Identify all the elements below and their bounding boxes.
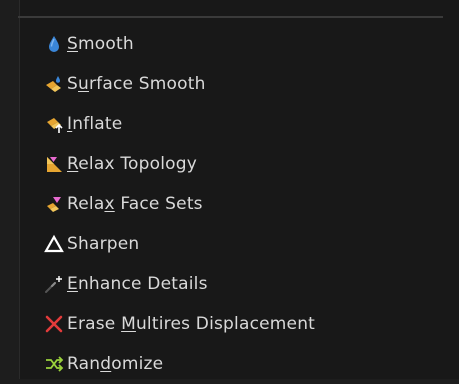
sharpen-icon (44, 234, 64, 253)
menu-item-erase-multires-displacement[interactable]: Erase Multires Displacement (19, 304, 459, 344)
menu-item-sharpen[interactable]: Sharpen (19, 224, 459, 264)
surface-smooth-icon (46, 76, 61, 92)
menu-item-label: Inflate (67, 114, 123, 134)
menu-item-relax-topology[interactable]: Relax Topology (19, 144, 459, 184)
randomize-icon (46, 356, 64, 372)
menu-item-inflate[interactable]: Inflate (19, 104, 459, 144)
inflate-icon (47, 118, 63, 133)
menu-item-smooth[interactable]: Smooth (19, 24, 459, 64)
menu-item-relax-face-sets[interactable]: Relax Face Sets (19, 184, 459, 224)
menu-item-label: Relax Face Sets (67, 194, 203, 214)
drop-icon (49, 36, 59, 52)
erase-icon (45, 315, 63, 333)
menu-item-label: Randomize (67, 354, 164, 374)
menu-item-enhance-details[interactable]: Enhance Details (19, 264, 459, 304)
menu-top-divider (18, 16, 443, 18)
menu-item-label: Sharpen (67, 234, 140, 254)
relax-topology-icon (47, 157, 62, 172)
menu-item-randomize[interactable]: Randomize (19, 344, 459, 384)
menu-item-label: Erase Multires Displacement (67, 314, 316, 334)
enhance-details-icon (45, 276, 62, 293)
menu-item-label: Enhance Details (67, 274, 208, 294)
menu-item-label: Relax Topology (67, 154, 197, 174)
menu-item-label: Surface Smooth (67, 74, 206, 94)
menu-item-surface-smooth[interactable]: Surface Smooth (19, 64, 459, 104)
relax-face-sets-icon (47, 197, 61, 212)
menu-item-label: Smooth (67, 34, 134, 54)
